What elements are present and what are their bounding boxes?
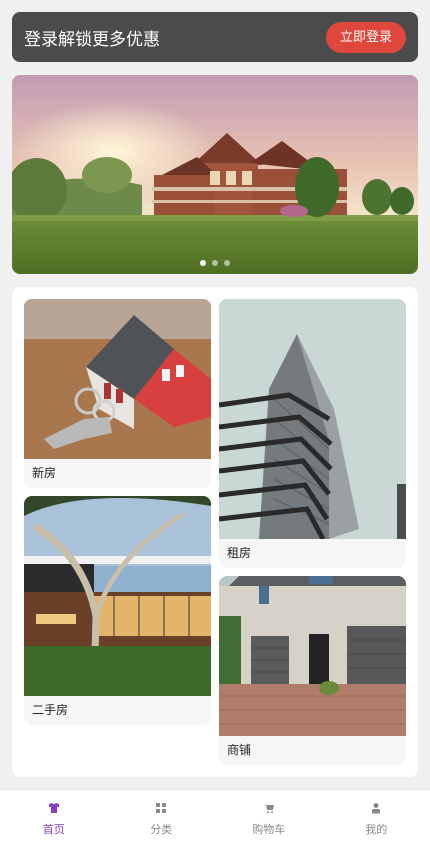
bottom-tab-bar: 首页 分类 购物车 我的 [0,789,430,844]
tab-home[interactable]: 首页 [0,790,108,844]
tab-cart[interactable]: 购物车 [215,790,323,844]
login-banner: 登录解锁更多优惠 立即登录 [12,12,418,62]
tab-label: 首页 [42,823,65,836]
carousel-indicator [12,260,418,266]
banner-house-image [12,75,418,274]
category-card-new-house[interactable]: 新房 [24,299,211,488]
category-label: 商铺 [227,743,252,757]
category-grid: 新房 租房 二手房 商铺 [12,287,418,777]
login-button[interactable]: 立即登录 [325,21,406,53]
user-icon [372,803,381,814]
category-card-rent[interactable]: 租房 [219,299,406,568]
shirt-icon [48,803,59,813]
tab-mine[interactable]: 我的 [323,790,430,844]
shop-garage-image [219,576,406,736]
grid-icon [156,803,167,813]
category-label: 租房 [227,546,252,560]
tab-label: 我的 [365,823,388,836]
tab-label: 购物车 [252,823,286,836]
category-label: 二手房 [32,703,69,717]
category-label: 新房 [32,466,57,480]
login-promo-text: 登录解锁更多优惠 [24,29,160,50]
second-hand-house-image [24,496,211,696]
tab-label: 分类 [150,823,173,836]
new-house-image [24,299,211,459]
hero-carousel[interactable] [12,75,418,274]
category-card-shop[interactable]: 商铺 [219,576,406,765]
tab-category[interactable]: 分类 [108,790,216,844]
carousel-dot[interactable] [212,260,218,266]
category-card-second-hand[interactable]: 二手房 [24,496,211,725]
cart-icon [263,804,274,814]
rent-building-image [219,299,406,539]
carousel-dot[interactable] [224,260,230,266]
carousel-dot[interactable] [200,260,206,266]
